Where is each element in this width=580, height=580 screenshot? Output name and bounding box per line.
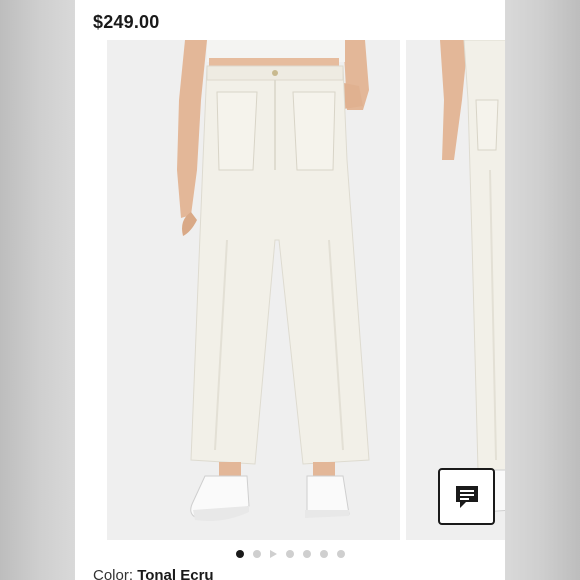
product-detail-frame: $249.00 Color: Tonal Ecru	[75, 0, 505, 580]
chat-bubble-icon	[455, 485, 478, 508]
color-label: Color:	[93, 567, 134, 580]
play-icon[interactable]	[269, 550, 277, 558]
pagination-dot[interactable]	[285, 550, 294, 558]
pagination-dot[interactable]	[319, 550, 328, 558]
color-selection: Color: Tonal Ecru	[93, 567, 214, 580]
image-carousel[interactable]	[75, 40, 505, 540]
pagination-dot[interactable]	[235, 550, 244, 558]
product-image-side[interactable]	[406, 40, 505, 540]
pagination-dot[interactable]	[336, 550, 345, 558]
color-value: Tonal Ecru	[137, 567, 214, 580]
carousel-pagination	[75, 548, 505, 560]
chat-button[interactable]	[438, 468, 495, 525]
pagination-dot[interactable]	[252, 550, 261, 558]
product-image-front[interactable]	[107, 40, 400, 540]
product-price: $249.00	[93, 12, 160, 32]
pagination-dot[interactable]	[302, 550, 311, 558]
